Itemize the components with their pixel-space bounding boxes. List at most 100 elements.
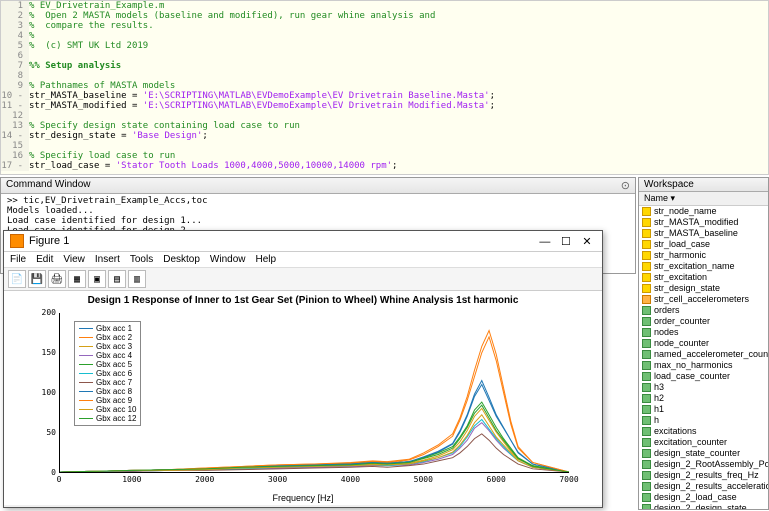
workspace-variable[interactable]: str_MASTA_modified xyxy=(639,217,768,228)
maximize-button[interactable]: ☐ xyxy=(557,235,575,248)
toolbar-button-0[interactable]: 📄 xyxy=(8,270,26,288)
variable-icon xyxy=(642,449,651,458)
workspace-variable[interactable]: design_state_counter xyxy=(639,448,768,459)
workspace-variable[interactable]: max_no_harmonics xyxy=(639,360,768,371)
menu-window[interactable]: Window xyxy=(210,254,246,265)
legend-label: Gbx acc 12 xyxy=(96,414,136,423)
variable-icon xyxy=(642,240,651,249)
workspace-variable[interactable]: str_MASTA_baseline xyxy=(639,228,768,239)
toolbar-button-6[interactable]: ▥ xyxy=(128,270,146,288)
command-output-line: >> tic,EV_Drivetrain_Example_Accs,toc xyxy=(7,196,629,206)
workspace-variable[interactable]: h1 xyxy=(639,404,768,415)
menu-file[interactable]: File xyxy=(10,254,26,265)
figure-icon xyxy=(10,234,24,248)
workspace-variable[interactable]: nodes xyxy=(639,327,768,338)
workspace-column-name[interactable]: Name ▾ xyxy=(639,192,768,206)
close-button[interactable]: ✕ xyxy=(578,235,596,248)
y-tick: 0 xyxy=(32,468,56,477)
workspace-variable[interactable]: str_node_name xyxy=(639,206,768,217)
workspace-variable[interactable]: excitations xyxy=(639,426,768,437)
workspace-variable[interactable]: design_2_results_acceleration_mps2 xyxy=(639,481,768,492)
legend-swatch xyxy=(79,418,93,420)
figure-menubar[interactable]: File Edit View Insert Tools Desktop Window Help xyxy=(4,252,602,268)
plot-legend[interactable]: Gbx acc 1Gbx acc 2Gbx acc 3Gbx acc 4Gbx … xyxy=(74,321,141,426)
workspace-variable[interactable]: named_accelerometer_counter xyxy=(639,349,768,360)
workspace-variable[interactable]: design_2_design_state xyxy=(639,503,768,510)
legend-entry[interactable]: Gbx acc 5 xyxy=(79,360,136,369)
legend-label: Gbx acc 6 xyxy=(96,369,132,378)
figure-title: Figure 1 xyxy=(29,235,69,247)
editor-pane[interactable]: 12345678910 -11 -121314 -151617 - % EV_D… xyxy=(0,0,769,175)
plot-title: Design 1 Response of Inner to 1st Gear S… xyxy=(4,291,602,310)
workspace-variable[interactable]: orders xyxy=(639,305,768,316)
x-axis-label: Frequency [Hz] xyxy=(272,493,333,503)
legend-entry[interactable]: Gbx acc 12 xyxy=(79,414,136,423)
variable-name: design_2_RootAssembly_PointLoads xyxy=(654,459,768,470)
workspace-variable[interactable]: str_cell_accelerometers xyxy=(639,294,768,305)
variable-icon xyxy=(642,372,651,381)
workspace-variable[interactable]: design_2_results_freq_Hz xyxy=(639,470,768,481)
variable-name: h1 xyxy=(654,404,664,415)
menu-view[interactable]: View xyxy=(63,254,85,265)
workspace-variable[interactable]: str_harmonic xyxy=(639,250,768,261)
legend-swatch xyxy=(79,337,93,339)
toolbar-button-4[interactable]: ▣ xyxy=(88,270,106,288)
workspace-variable[interactable]: str_load_case xyxy=(639,239,768,250)
command-window-title: Command Window xyxy=(6,179,90,192)
variable-name: str_MASTA_modified xyxy=(654,217,738,228)
menu-desktop[interactable]: Desktop xyxy=(163,254,200,265)
legend-entry[interactable]: Gbx acc 4 xyxy=(79,351,136,360)
figure-toolbar[interactable]: 📄💾🖨▦▣▤▥ xyxy=(4,268,602,291)
editor-code[interactable]: % EV_Drivetrain_Example.m% Open 2 MASTA … xyxy=(29,1,768,171)
legend-entry[interactable]: Gbx acc 7 xyxy=(79,378,136,387)
variable-icon xyxy=(642,284,651,293)
legend-entry[interactable]: Gbx acc 8 xyxy=(79,387,136,396)
legend-label: Gbx acc 1 xyxy=(96,324,132,333)
menu-tools[interactable]: Tools xyxy=(130,254,153,265)
variable-name: design_2_results_acceleration_mps2 xyxy=(654,481,768,492)
workspace-variable[interactable]: excitation_counter xyxy=(639,437,768,448)
variable-name: str_MASTA_baseline xyxy=(654,228,738,239)
workspace-variable[interactable]: h xyxy=(639,415,768,426)
variable-icon xyxy=(642,482,651,491)
workspace-panel[interactable]: Workspace Name ▾ str_node_namestr_MASTA_… xyxy=(638,177,769,510)
workspace-variable[interactable]: design_2_RootAssembly_PointLoads xyxy=(639,459,768,470)
workspace-variable[interactable]: design_2_load_case xyxy=(639,492,768,503)
x-tick: 5000 xyxy=(414,475,433,484)
legend-swatch xyxy=(79,409,93,411)
variable-name: max_no_harmonics xyxy=(654,360,733,371)
figure-window[interactable]: Figure 1 — ☐ ✕ File Edit View Insert Tools De… xyxy=(3,230,603,508)
workspace-variable[interactable]: str_excitation_name xyxy=(639,261,768,272)
workspace-variable[interactable]: order_counter xyxy=(639,316,768,327)
legend-swatch xyxy=(79,373,93,375)
legend-entry[interactable]: Gbx acc 10 xyxy=(79,405,136,414)
variable-name: h3 xyxy=(654,382,664,393)
variable-name: order_counter xyxy=(654,316,710,327)
workspace-variable[interactable]: h2 xyxy=(639,393,768,404)
workspace-variable[interactable]: h3 xyxy=(639,382,768,393)
workspace-variable[interactable]: load_case_counter xyxy=(639,371,768,382)
minimize-button[interactable]: — xyxy=(536,236,554,248)
variable-icon xyxy=(642,471,651,480)
toolbar-button-3[interactable]: ▦ xyxy=(68,270,86,288)
workspace-variable[interactable]: str_excitation xyxy=(639,272,768,283)
menu-insert[interactable]: Insert xyxy=(95,254,120,265)
toolbar-button-2[interactable]: 🖨 xyxy=(48,270,66,288)
workspace-variable[interactable]: node_counter xyxy=(639,338,768,349)
legend-swatch xyxy=(79,382,93,384)
command-window-close-icon[interactable]: ⊙ xyxy=(621,179,630,192)
toolbar-button-5[interactable]: ▤ xyxy=(108,270,126,288)
workspace-variable-list[interactable]: str_node_namestr_MASTA_modifiedstr_MASTA… xyxy=(639,206,768,510)
toolbar-button-1[interactable]: 💾 xyxy=(28,270,46,288)
menu-help[interactable]: Help xyxy=(256,254,277,265)
legend-entry[interactable]: Gbx acc 2 xyxy=(79,333,136,342)
menu-edit[interactable]: Edit xyxy=(36,254,53,265)
x-tick: 4000 xyxy=(341,475,360,484)
legend-entry[interactable]: Gbx acc 1 xyxy=(79,324,136,333)
variable-name: nodes xyxy=(654,327,679,338)
legend-entry[interactable]: Gbx acc 3 xyxy=(79,342,136,351)
figure-titlebar[interactable]: Figure 1 — ☐ ✕ xyxy=(4,231,602,252)
workspace-variable[interactable]: str_design_state xyxy=(639,283,768,294)
legend-entry[interactable]: Gbx acc 9 xyxy=(79,396,136,405)
legend-entry[interactable]: Gbx acc 6 xyxy=(79,369,136,378)
